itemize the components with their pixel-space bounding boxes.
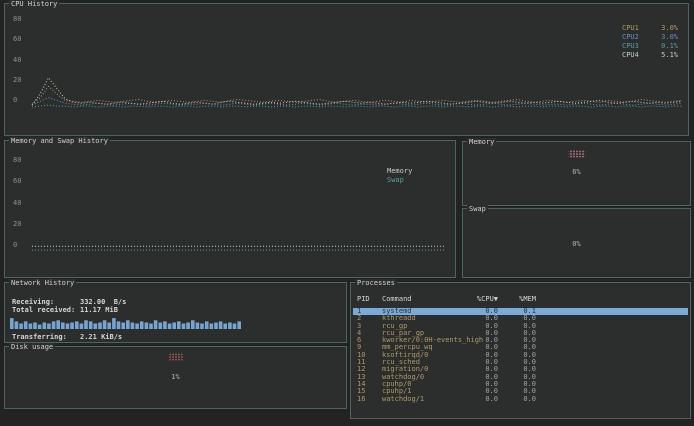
process-row-filler: [536, 315, 688, 322]
cpu-tick: 40: [13, 57, 21, 64]
process-row-filler: [536, 388, 688, 395]
swap-gauge-panel: Swap 0%: [462, 208, 691, 278]
legend-item-cpu4: CPU45.1%: [622, 51, 678, 59]
process-row-filler: [536, 366, 688, 373]
memswap-tick: 0: [13, 242, 21, 249]
process-row-filler: [536, 344, 688, 351]
network-total-received-line: Total received: 11.17 MiB: [12, 306, 118, 314]
memswap-tick: 40: [13, 200, 21, 207]
process-row-filler: [536, 359, 688, 366]
process-row-filler: [536, 352, 688, 359]
total-received-label: Total received:: [12, 306, 80, 314]
legend-item-cpu3: CPU30.1%: [622, 42, 678, 50]
column-header-mem[interactable]: %MEM: [498, 295, 536, 303]
memory-swap-history-title: Memory and Swap History: [9, 137, 110, 145]
legend-item-cpu2: CPU23.0%: [622, 33, 678, 41]
transferring-value: 2.21 KiB/s: [80, 333, 122, 341]
memory-swap-history-panel: Memory and Swap History 80 60 40 20 0 Me…: [4, 140, 456, 278]
memory-usage-value: 6%: [463, 168, 690, 176]
memory-gauge-title: Memory: [467, 138, 496, 146]
memswap-tick: 60: [13, 178, 21, 185]
process-cpu: 0.0: [466, 396, 498, 403]
process-rows: 1systemd0.00.12kthreadd0.00.03rcu_gp0.00…: [353, 308, 688, 403]
total-received-value: 11.17 MiB: [80, 306, 118, 314]
system-monitor-screen: CPU History 80 60 40 20 0 CPU13.0%CPU23.…: [0, 0, 694, 426]
legend-item-cpu1: CPU13.0%: [622, 24, 678, 32]
cpu-legend: CPU13.0%CPU23.0%CPU30.1%CPU45.1%: [622, 24, 678, 59]
network-transferring-line: Transferring: 2.21 KiB/s: [12, 333, 122, 341]
column-header-pid[interactable]: PID: [357, 295, 382, 303]
transferring-label: Transferring:: [12, 333, 80, 341]
process-command: watchdog/1: [382, 396, 466, 403]
cpu-history-chart: [31, 16, 683, 109]
processes-header-row: PID Command %CPU▼ %MEM: [357, 295, 686, 303]
disk-usage-dots: [169, 353, 182, 361]
memory-swap-legend: MemorySwap: [387, 167, 443, 184]
cpu-tick: 80: [13, 16, 21, 23]
receiving-label: Receiving:: [12, 298, 80, 306]
process-row-filler: [536, 374, 688, 381]
column-header-command[interactable]: Command: [382, 295, 466, 303]
network-receiving-line: Receiving: 332.00 B/s: [12, 298, 126, 306]
process-row-filler: [536, 330, 688, 337]
swap-gauge-title: Swap: [467, 205, 488, 213]
column-header-cpu-sort[interactable]: %CPU▼: [466, 295, 498, 303]
memswap-tick: 20: [13, 221, 21, 228]
process-row-filler: [536, 323, 688, 330]
cpu-tick: 60: [13, 36, 21, 43]
disk-usage-title: Disk usage: [9, 343, 55, 351]
process-mem: 0.0: [498, 396, 536, 403]
process-row-filler: [536, 381, 688, 388]
memswap-tick: 80: [13, 157, 21, 164]
processes-panel: Processes PID Command %CPU▼ %MEM 1system…: [350, 282, 691, 419]
process-row-filler: [536, 337, 688, 344]
network-history-panel: Network History Receiving: 332.00 B/s To…: [4, 282, 347, 343]
memory-usage-dots: [568, 150, 585, 158]
memory-swap-history-chart: [31, 159, 447, 255]
processes-title: Processes: [355, 279, 397, 287]
network-history-title: Network History: [9, 279, 76, 287]
process-row-filler: [536, 308, 688, 315]
cpu-y-axis: 80 60 40 20 0: [13, 16, 21, 104]
memory-gauge-panel: Memory 6%: [462, 141, 691, 206]
legend-item-swap: Swap: [387, 176, 443, 184]
swap-usage-value: 0%: [463, 240, 690, 248]
receiving-value: 332.00 B/s: [80, 298, 126, 306]
cpu-history-panel: CPU History 80 60 40 20 0 CPU13.0%CPU23.…: [4, 3, 689, 136]
cpu-history-title: CPU History: [9, 0, 59, 8]
process-pid: 16: [357, 396, 382, 403]
memswap-y-axis: 80 60 40 20 0: [13, 157, 21, 249]
legend-item-memory: Memory: [387, 167, 443, 175]
process-row-filler: [536, 396, 688, 403]
disk-usage-value: 1%: [5, 373, 346, 381]
network-receive-sparkline: [10, 314, 242, 327]
cpu-tick: 20: [13, 77, 21, 84]
disk-usage-panel: Disk usage 1%: [4, 346, 347, 409]
cpu-tick: 0: [13, 97, 21, 104]
process-row-watchdog/1[interactable]: 16watchdog/10.00.0: [353, 396, 688, 403]
